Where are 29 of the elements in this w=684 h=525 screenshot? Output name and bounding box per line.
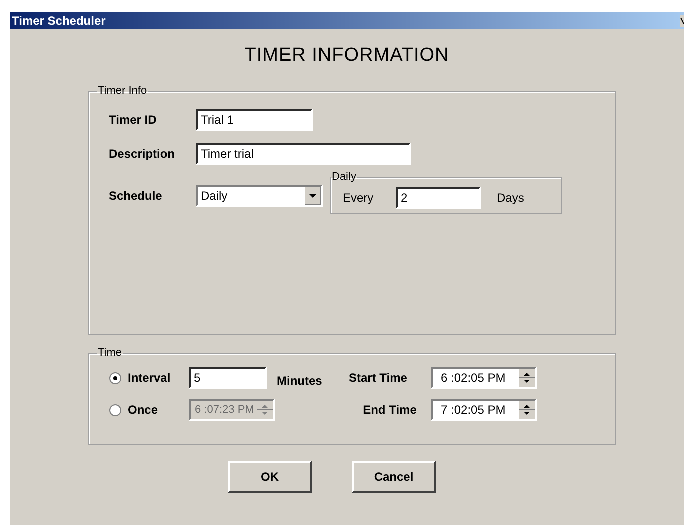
window-title: Timer Scheduler [12,14,106,28]
time-label: Start Time [349,371,408,385]
schedule-dropdown[interactable]: Daily [196,184,323,206]
dialog-button[interactable]: Cancel [352,461,436,493]
field-label: Timer ID [109,113,158,127]
radio-label[interactable]: Interval [128,371,183,385]
field-label: Description [109,147,176,161]
field-label: Schedule [109,188,164,202]
every-label: Every [343,191,375,205]
group-title: Daily [331,171,358,183]
group-title: Time [97,347,124,359]
days-field[interactable]: 2 [396,187,481,209]
dropdown-arrow-icon[interactable] [305,186,321,204]
days-label: Days [497,191,524,205]
time-spinner[interactable]: 7 :02:05 PM [431,399,537,421]
group-title: Timer Info [97,85,148,97]
radio-button[interactable] [109,404,122,416]
time-spinner[interactable]: 6 :02:05 PM [431,367,537,389]
time-label: End Time [362,403,418,417]
text-field[interactable]: Trial 1 [196,109,313,131]
radio-label[interactable]: Once [128,403,183,417]
spinner-arrows-icon[interactable] [519,369,535,387]
unit-label: Minutes [277,374,324,388]
dialog-button[interactable]: OK [228,461,312,493]
interval-field[interactable]: 5 [189,367,267,389]
radio-button[interactable] [109,372,122,384]
dialog-heading: TIMER INFORMATION [244,45,450,67]
text-field[interactable]: Timer trial [196,143,411,165]
spinner-arrows-icon[interactable] [519,401,535,419]
